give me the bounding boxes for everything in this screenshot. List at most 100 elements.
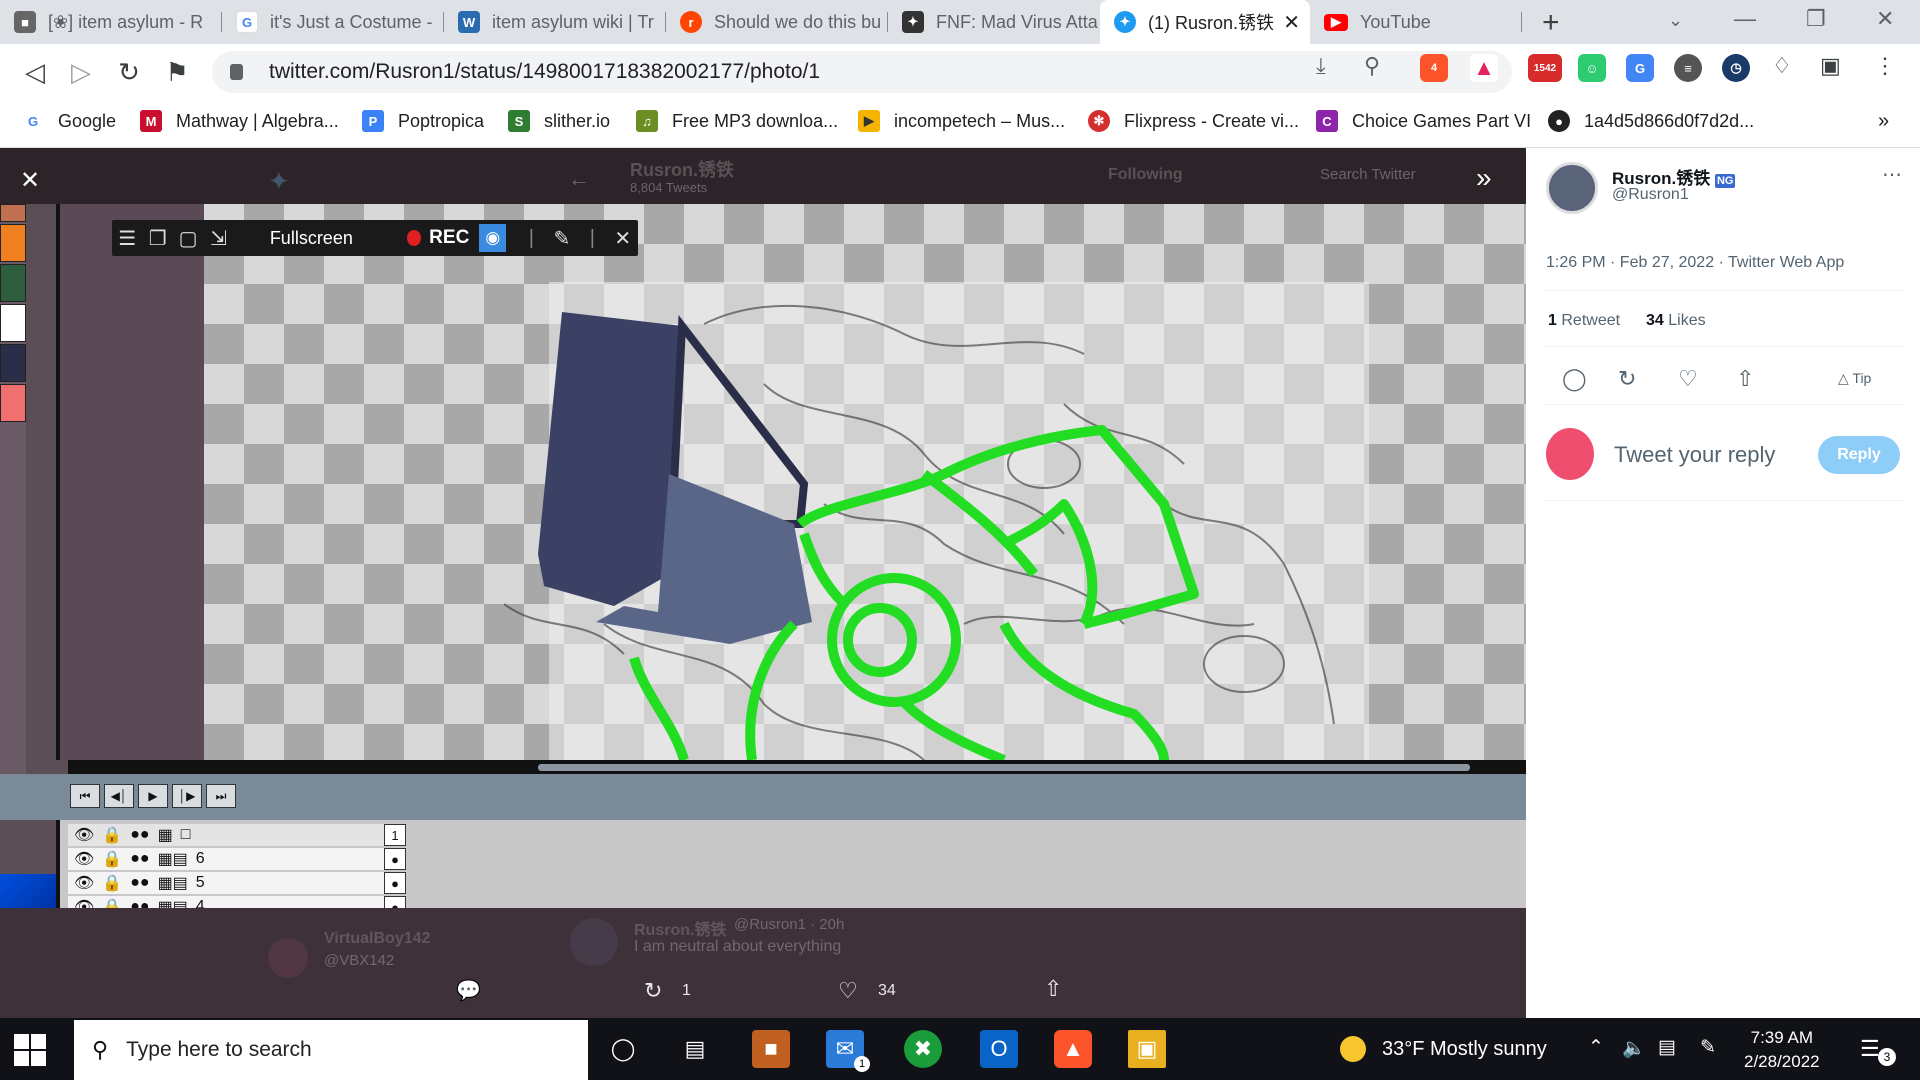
user-avatar[interactable] <box>1546 428 1594 480</box>
like-icon[interactable]: ♡ <box>1678 366 1698 392</box>
weather-widget[interactable]: 33°F Mostly sunny <box>1340 1036 1547 1062</box>
hamburger-menu-icon[interactable]: ☰ <box>112 226 142 251</box>
avatar[interactable] <box>1546 162 1598 214</box>
onion-icon[interactable]: ●● <box>130 874 149 892</box>
outlook-icon[interactable]: O <box>980 1030 1018 1068</box>
eye-icon[interactable]: 👁 <box>74 825 94 845</box>
onion-icon[interactable]: ●● <box>130 850 149 868</box>
network-icon[interactable]: ▤ <box>1658 1036 1676 1059</box>
clock-extension-icon[interactable]: ◷ <box>1722 54 1750 82</box>
tab-search-chevron-icon[interactable]: ⌄ <box>1668 10 1683 31</box>
new-tab-button[interactable]: + <box>1542 6 1560 40</box>
tweet-timestamp[interactable]: 1:26 PM · Feb 27, 2022 · Twitter Web App <box>1546 254 1844 272</box>
likes-stat[interactable]: 34 Likes <box>1646 312 1706 330</box>
tab-twitter-active[interactable]: ✦ (1) Rusron.锈铁 ✕ <box>1100 0 1310 44</box>
play-button[interactable]: ▶ <box>138 784 168 808</box>
translate-icon[interactable]: G <box>1626 54 1654 82</box>
lock-icon[interactable]: 🔒 <box>102 873 122 893</box>
frame-number[interactable]: 1 <box>384 824 406 846</box>
record-button[interactable]: REC <box>429 227 469 249</box>
heart-icon[interactable]: ♡ <box>838 978 858 1004</box>
wallet-icon[interactable]: ▣ <box>1820 53 1841 79</box>
forward-button[interactable]: ▷ <box>66 57 96 88</box>
close-window-button[interactable]: ✕ <box>1876 6 1894 32</box>
task-view-icon[interactable]: ▤ <box>676 1030 714 1068</box>
mail-icon[interactable]: ✉ 1 <box>826 1030 870 1072</box>
scrollbar-thumb[interactable] <box>538 764 1470 771</box>
cortana-icon[interactable]: ◯ <box>604 1030 642 1068</box>
bookmark-google[interactable]: G Google <box>22 110 116 132</box>
pencil-icon[interactable]: ✎ <box>547 226 577 251</box>
restore-button[interactable]: ❐ <box>1806 6 1826 32</box>
more-bookmarks-icon[interactable]: » <box>1878 110 1889 133</box>
bookmark-choice-games[interactable]: C Choice Games Part VI <box>1316 110 1531 132</box>
onion-icon[interactable]: ●● <box>130 898 149 908</box>
tab-fnf[interactable]: ✦ FNF: Mad Virus Atta <box>888 0 1110 44</box>
frame-cell[interactable]: ● <box>384 872 406 894</box>
tab-youtube[interactable]: ▶ YouTube <box>1310 0 1522 44</box>
author-handle[interactable]: @Rusron1 <box>1612 186 1689 204</box>
brave-rewards-icon[interactable]: ▲ <box>1470 54 1498 82</box>
region-select-icon[interactable]: ▢ <box>173 226 203 251</box>
close-viewer-icon[interactable]: ✕ <box>20 166 40 195</box>
more-options-icon[interactable]: ⋯ <box>1882 162 1903 187</box>
bookmark-hash[interactable]: ● 1a4d5d866d0f7d2d... <box>1548 110 1754 132</box>
layer-row[interactable]: 👁 🔒 ●● ▦▤ 5 ● <box>68 872 408 894</box>
grid-icon[interactable]: ▦ <box>158 825 173 845</box>
game-app-icon[interactable]: ■ <box>752 1030 790 1068</box>
retweet-icon[interactable]: ↻ <box>1618 366 1636 392</box>
extension-icon[interactable]: ☺ <box>1578 54 1606 82</box>
lock-icon[interactable]: 🔒 <box>102 849 122 869</box>
bookmark-poptropica[interactable]: P Poptropica <box>362 110 484 132</box>
prev-frame-button[interactable]: ◀│ <box>104 784 134 808</box>
puzzle-icon[interactable]: ♢ <box>1772 53 1792 79</box>
comment-icon[interactable]: 💬 <box>456 978 481 1003</box>
eye-icon[interactable]: 👁 <box>74 897 94 908</box>
frame-icon[interactable]: □ <box>181 826 191 844</box>
tab-costume[interactable]: G it's Just a Costume - <box>222 0 444 44</box>
tip-button[interactable]: △ Tip <box>1838 370 1871 387</box>
bookmark-incompetech[interactable]: ▶ incompetech – Mus... <box>858 110 1065 132</box>
eye-icon[interactable]: 👁 <box>74 849 94 869</box>
pen-icon[interactable]: ✎ <box>1700 1036 1716 1059</box>
xbox-icon[interactable]: ✖ <box>904 1030 942 1068</box>
retweet-icon[interactable]: ↻ <box>644 978 662 1004</box>
reload-button[interactable]: ↻ <box>114 57 144 88</box>
expand-sidebar-icon[interactable]: » <box>1476 162 1492 194</box>
layer-row[interactable]: 👁 🔒 ●● ▦▤ 6 ● <box>68 848 408 870</box>
lock-icon[interactable]: 🔒 <box>102 825 122 845</box>
install-icon[interactable]: ⤓ <box>1316 53 1326 79</box>
notification-center-icon[interactable]: ☰ 3 <box>1860 1036 1896 1066</box>
color-picker[interactable] <box>0 874 56 908</box>
chevron-up-icon[interactable]: ⌃ <box>1588 1036 1604 1059</box>
back-button[interactable]: ◁ <box>20 57 50 88</box>
reply-input[interactable]: Tweet your reply <box>1614 442 1775 468</box>
bookmark-slither[interactable]: Sslither.io <box>508 110 610 132</box>
crop-icon[interactable]: ⇲ <box>203 226 233 251</box>
tab-item-asylum[interactable]: ■ [❀] item asylum - R <box>0 0 222 44</box>
fullscreen-label[interactable]: Fullscreen <box>270 228 353 249</box>
reply-button[interactable]: Reply <box>1818 436 1900 474</box>
next-frame-button[interactable]: │▶ <box>172 784 202 808</box>
minimize-button[interactable]: — <box>1734 6 1756 32</box>
last-frame-button[interactable]: ⏭ <box>206 784 236 808</box>
eye-icon[interactable]: 👁 <box>74 873 94 893</box>
zoom-icon[interactable]: ⚲ <box>1364 53 1380 79</box>
taskbar-search[interactable]: ⚲ Type here to search <box>74 1020 588 1080</box>
retweet-stat[interactable]: 1 Retweet <box>1548 312 1620 330</box>
volume-icon[interactable]: 🔈 <box>1622 1036 1646 1060</box>
frame-cell[interactable]: ● <box>384 848 406 870</box>
reply-icon[interactable]: ◯ <box>1562 366 1587 392</box>
start-button[interactable] <box>14 1034 46 1066</box>
share-icon[interactable]: ⇧ <box>1736 366 1754 392</box>
close-tab-icon[interactable]: ✕ <box>1283 10 1300 35</box>
camera-icon[interactable]: ◉ <box>479 224 507 252</box>
extension-icon[interactable]: ≡ <box>1674 54 1702 82</box>
brave-icon[interactable]: ▲ <box>1054 1030 1092 1068</box>
frame-cell[interactable]: ● <box>384 896 406 908</box>
drawing-canvas[interactable] <box>204 204 1526 760</box>
bookmark-mathway[interactable]: M Mathway | Algebra... <box>140 110 339 132</box>
extension-counter-icon[interactable]: 1542 <box>1528 54 1562 82</box>
canvas-horizontal-scrollbar[interactable] <box>68 760 1526 774</box>
tab-wiki[interactable]: W item asylum wiki | Tr <box>444 0 666 44</box>
